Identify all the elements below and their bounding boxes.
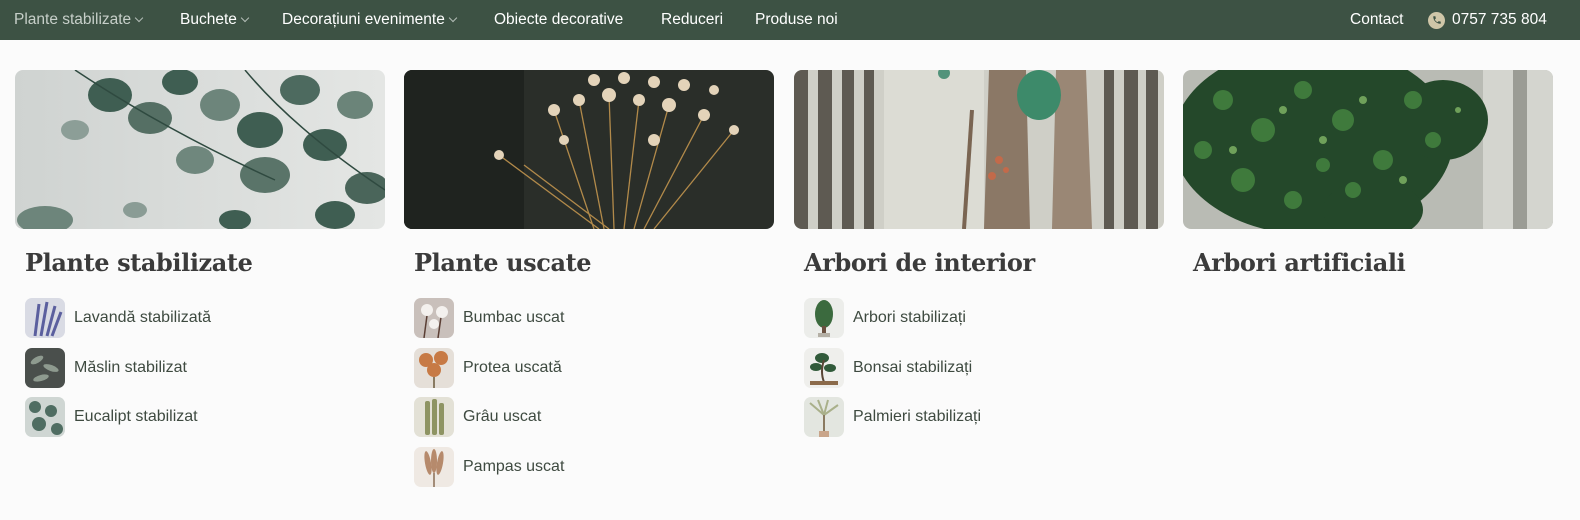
nav-item-produse-noi[interactable]: Produse noi — [755, 0, 838, 40]
subcategory-list: Arbori stabilizați Bonsai stabilizați Pa… — [804, 298, 1144, 447]
nav-item-buchete[interactable]: Buchete — [180, 0, 250, 40]
olive-branch-thumbnail — [25, 347, 65, 388]
chevron-down-icon — [240, 13, 250, 23]
category-title[interactable]: Arbori de interior — [804, 248, 1035, 277]
subcategory-protea[interactable]: Protea uscată — [414, 347, 754, 388]
subcategory-label: Eucalipt stabilizat — [74, 408, 198, 426]
nav-item-label: Decorațiuni evenimente — [282, 11, 445, 28]
subcategory-palmieri[interactable]: Palmieri stabilizați — [804, 397, 1144, 438]
subcategory-pampas[interactable]: Pampas uscat — [414, 446, 754, 487]
palm-thumbnail — [804, 397, 844, 438]
subcategory-label: Măslin stabilizat — [74, 358, 187, 376]
phone-icon — [1428, 11, 1445, 29]
phone-link[interactable]: 0757 735 804 — [1428, 0, 1547, 40]
tree-trunk-photo[interactable] — [794, 70, 1164, 229]
category-title[interactable]: Plante uscate — [414, 248, 592, 277]
chevron-down-icon — [134, 13, 144, 23]
category-title[interactable]: Plante stabilizate — [25, 248, 253, 277]
category-card-plante-uscate: Plante uscate Bumbac uscat Protea uscată… — [404, 70, 774, 487]
nav-item-plante-stabilizate[interactable]: Plante stabilizate — [14, 0, 144, 40]
chevron-down-icon — [448, 13, 458, 23]
nav-item-label: Plante stabilizate — [14, 11, 132, 28]
category-title[interactable]: Arbori artificiali — [1193, 248, 1406, 277]
subcategory-maslin[interactable]: Măslin stabilizat — [25, 347, 365, 388]
wheat-thumbnail — [414, 397, 454, 438]
contact-link[interactable]: Contact — [1350, 0, 1403, 40]
subcategory-label: Palmieri stabilizați — [853, 408, 982, 426]
pampas-thumbnail — [414, 446, 454, 487]
dried-flowers-photo[interactable] — [404, 70, 774, 229]
stabilized-tree-thumbnail — [804, 298, 844, 338]
subcategory-label: Grâu uscat — [463, 408, 542, 426]
cotton-thumbnail — [414, 298, 454, 338]
subcategory-arbori-stabilizati[interactable]: Arbori stabilizați — [804, 298, 1144, 338]
nav-item-label: Obiecte decorative — [494, 11, 624, 28]
contact-label: Contact — [1350, 11, 1404, 28]
eucalyptus-thumbnail — [25, 397, 65, 438]
nav-item-label: Produse noi — [755, 11, 838, 28]
subcategory-label: Bumbac uscat — [463, 309, 565, 326]
subcategory-bumbac[interactable]: Bumbac uscat — [414, 298, 754, 338]
nav-item-reduceri[interactable]: Reduceri — [661, 0, 723, 40]
subcategory-label: Protea uscată — [463, 358, 562, 376]
category-card-plante-stabilizate: Plante stabilizate Lavandă stabilizată M… — [15, 70, 385, 438]
subcategory-label: Arbori stabilizați — [853, 309, 966, 326]
subcategory-list: Bumbac uscat Protea uscată Grâu uscat Pa… — [414, 298, 754, 496]
subcategory-eucalipt[interactable]: Eucalipt stabilizat — [25, 397, 365, 438]
subcategory-bonsai[interactable]: Bonsai stabilizați — [804, 347, 1144, 388]
nav-item-label: Buchete — [180, 11, 237, 28]
subcategory-label: Pampas uscat — [463, 457, 565, 475]
subcategory-list: Lavandă stabilizată Măslin stabilizat Eu… — [25, 298, 365, 447]
nav-item-label: Reduceri — [661, 11, 724, 28]
top-navigation: Plante stabilizate Buchete Decorațiuni e… — [0, 0, 1580, 40]
subcategory-label: Bonsai stabilizați — [853, 358, 973, 376]
category-card-arbori-artificiali: Arbori artificiali — [1183, 70, 1553, 277]
protea-thumbnail — [414, 347, 454, 388]
lavender-thumbnail — [25, 298, 65, 338]
subcategory-grau[interactable]: Grâu uscat — [414, 397, 754, 438]
category-card-arbori-de-interior: Arbori de interior Arbori stabilizați Bo… — [794, 70, 1164, 438]
phone-number: 0757 735 804 — [1452, 11, 1547, 28]
bonsai-thumbnail — [804, 347, 844, 388]
nav-item-obiecte-decorative[interactable]: Obiecte decorative — [494, 0, 623, 40]
nav-item-decoratiuni-evenimente[interactable]: Decorațiuni evenimente — [282, 0, 458, 40]
eucalyptus-leaves-photo[interactable] — [15, 70, 385, 229]
subcategory-label: Lavandă stabilizată — [74, 309, 211, 326]
subcategory-lavanda[interactable]: Lavandă stabilizată — [25, 298, 365, 338]
artificial-tree-photo[interactable] — [1183, 70, 1553, 229]
